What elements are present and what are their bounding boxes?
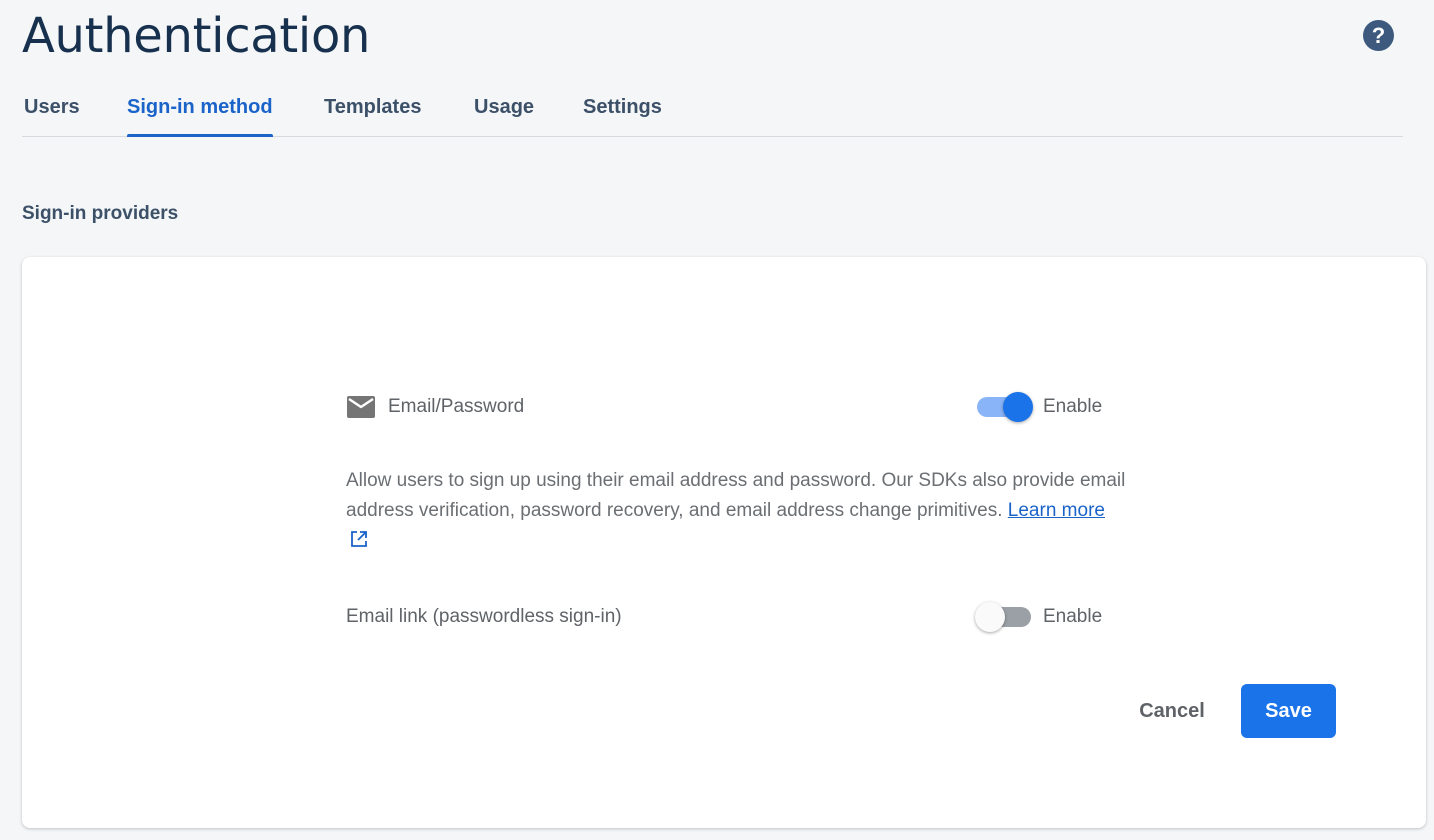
- external-link-icon[interactable]: [350, 528, 368, 547]
- email-password-row: Email/Password Enable: [346, 390, 1103, 424]
- email-password-toggle[interactable]: Enable: [977, 392, 1103, 422]
- toggle-track[interactable]: [975, 602, 1031, 632]
- tab-sign-in-method[interactable]: Sign-in method: [127, 82, 273, 137]
- tab-settings[interactable]: Settings: [583, 82, 662, 136]
- email-link-label: Email link (passwordless sign-in): [346, 606, 622, 627]
- save-button[interactable]: Save: [1241, 684, 1336, 738]
- tab-templates[interactable]: Templates: [324, 82, 421, 136]
- email-password-label: Email/Password: [388, 396, 525, 417]
- learn-more-link[interactable]: Learn more: [1008, 500, 1105, 521]
- tab-bar: Users Sign-in method Templates Usage Set…: [22, 82, 1403, 137]
- section-title: Sign-in providers: [22, 203, 179, 224]
- page-title: Authentication: [22, 8, 371, 64]
- toggle-knob[interactable]: [975, 602, 1005, 632]
- toggle-knob[interactable]: [1003, 392, 1033, 422]
- tab-usage[interactable]: Usage: [474, 82, 534, 136]
- email-link-row: Email link (passwordless sign-in) Enable: [346, 600, 1103, 634]
- enable-label: Enable: [1043, 396, 1103, 417]
- enable-label: Enable: [1043, 606, 1103, 627]
- email-link-toggle[interactable]: Enable: [975, 602, 1103, 632]
- help-icon[interactable]: ?: [1363, 20, 1394, 51]
- provider-description: Allow users to sign up using their email…: [346, 466, 1126, 556]
- toggle-track[interactable]: [977, 392, 1033, 422]
- cancel-button[interactable]: Cancel: [1122, 684, 1222, 738]
- mail-icon: [346, 395, 376, 419]
- provider-card: Email/Password Enable Allow users to sig…: [22, 257, 1426, 828]
- tab-users[interactable]: Users: [24, 82, 80, 136]
